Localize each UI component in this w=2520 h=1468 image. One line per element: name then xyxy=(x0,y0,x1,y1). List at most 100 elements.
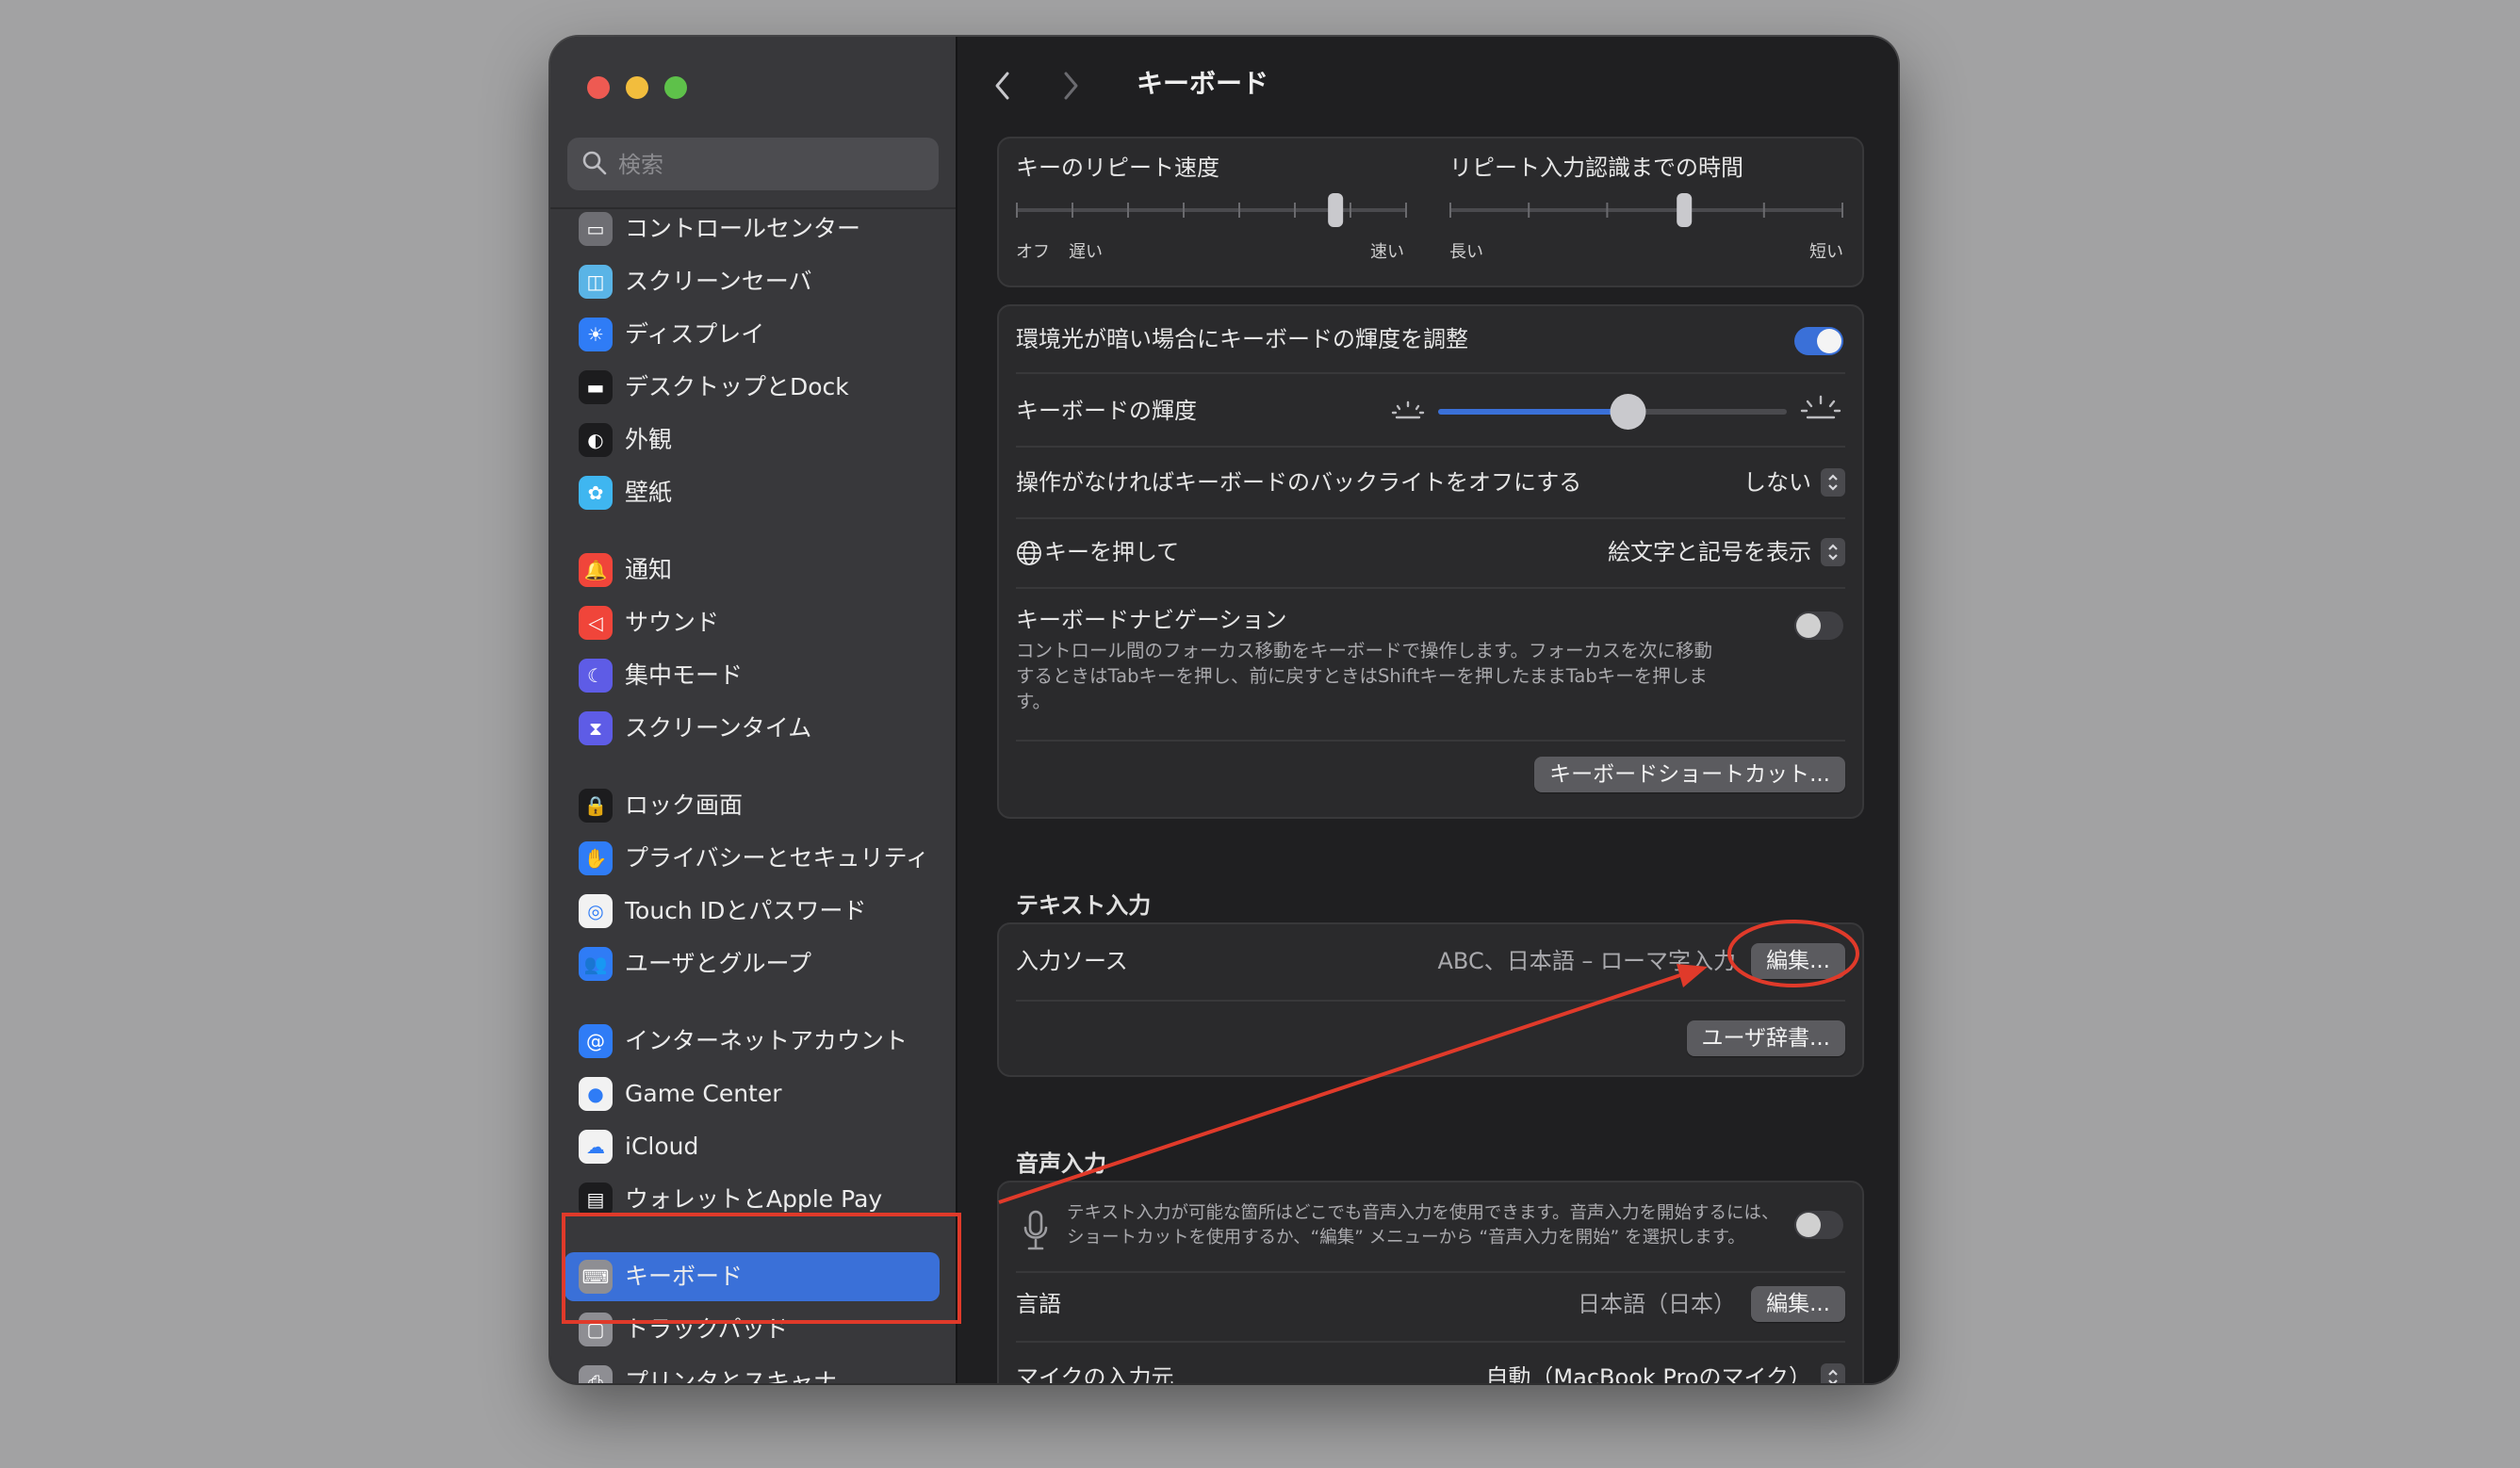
lock-icon: 🔒 xyxy=(579,789,613,823)
sidebar-item-label: ロック画面 xyxy=(625,791,744,819)
microphone-source-label: マイクの入力元 xyxy=(1016,1364,1174,1383)
sidebar-item-label: 外観 xyxy=(625,426,673,453)
repeat-delay-long: 長い xyxy=(1449,242,1483,262)
sidebar-item-wallpaper[interactable]: ✿ 壁紙 xyxy=(565,468,940,517)
search-field[interactable] xyxy=(567,138,939,190)
user-dictionary-button[interactable]: ユーザ辞書... xyxy=(1686,1020,1845,1056)
globe-key-label: キーを押して xyxy=(1044,539,1180,565)
sidebar-item-icloud[interactable]: ☁ iCloud xyxy=(565,1122,940,1171)
wallet-icon: ▤ xyxy=(579,1183,613,1216)
backlight-off-value: しない xyxy=(1743,469,1811,496)
globe-key-popup[interactable]: 絵文字と記号を表示 xyxy=(1608,538,1845,566)
repeat-rate-fast: 速い xyxy=(1370,242,1404,262)
brightness-high-icon xyxy=(1800,395,1841,419)
dictation-language-value: 日本語（日本） xyxy=(1578,1291,1736,1317)
sidebar-item-screen-time[interactable]: ⧗ スクリーンタイム xyxy=(565,704,940,753)
microphone-source-popup[interactable]: 自動（MacBook Proのマイク） xyxy=(1485,1363,1845,1383)
zoom-window-button[interactable] xyxy=(664,76,687,99)
dictation-language-label: 言語 xyxy=(1016,1291,1061,1317)
keyboard-navigation-label: キーボードナビゲーション xyxy=(1016,607,1287,633)
input-sources-value: ABC、日本語 – ローマ字入力 xyxy=(1437,948,1736,974)
slider-track xyxy=(1016,208,1407,212)
updown-chevron-icon xyxy=(1821,1363,1845,1383)
sidebar-item-focus[interactable]: ☾ 集中モード xyxy=(565,651,940,700)
repeat-rate-slider[interactable] xyxy=(1016,191,1407,229)
sidebar-item-label: コントロールセンター xyxy=(625,215,861,242)
sidebar-item-control-center[interactable]: ▭ コントロールセンター xyxy=(565,204,940,253)
dictation-heading: 音声入力 xyxy=(1016,1150,1106,1177)
game-center-icon: ● xyxy=(579,1077,613,1111)
repeat-rate-off: オフ xyxy=(1016,242,1050,262)
keyboard-shortcuts-button[interactable]: キーボードショートカット... xyxy=(1534,757,1845,792)
text-input-card: 入力ソース ABC、日本語 – ローマ字入力 編集... ユーザ辞書... xyxy=(997,922,1864,1077)
search-input[interactable] xyxy=(616,147,922,183)
close-window-button[interactable] xyxy=(587,76,610,99)
sidebar-item-label: ディスプレイ xyxy=(625,320,765,348)
repeat-rate-label: キーのリピート速度 xyxy=(1016,155,1219,181)
sidebar-item-game-center[interactable]: ● Game Center xyxy=(565,1069,940,1118)
backlight-off-popup[interactable]: しない xyxy=(1743,468,1845,497)
sidebar-item-label: スクリーンセーバ xyxy=(625,268,812,295)
focus-icon: ☾ xyxy=(579,659,613,693)
slider-knob xyxy=(1328,193,1344,227)
control-center-icon: ▭ xyxy=(579,212,613,246)
sound-icon: ◁ xyxy=(579,606,613,640)
sidebar-item-fingerprint[interactable]: ◎ Touch IDとパスワード xyxy=(565,887,940,936)
keyboard-navigation-description: コントロール間のフォーカス移動をキーボードで操作します。フォーカスを次に移動する… xyxy=(1016,640,1713,712)
updown-chevron-icon xyxy=(1821,468,1845,497)
notifications-icon: 🔔 xyxy=(579,553,613,587)
sidebar-item-users[interactable]: 👥 ユーザとグループ xyxy=(565,939,940,988)
hand-icon: ✋ xyxy=(579,841,613,875)
brightness-low-icon xyxy=(1391,400,1425,419)
keyboard-brightness-card: 環境光が暗い場合にキーボードの輝度を調整 キーボードの輝度 操作がなければキーボ… xyxy=(997,304,1864,819)
search-icon xyxy=(582,151,607,175)
sidebar-item-label: 壁紙 xyxy=(625,479,673,506)
sidebar-item-label: 通知 xyxy=(625,556,673,583)
key-repeat-card: キーのリピート速度 オフ 遅い 速い リピート入力認識までの時間 長い 短い xyxy=(997,137,1864,287)
sidebar-item-screen-saver[interactable]: ◫ スクリーンセーバ xyxy=(565,257,940,306)
input-sources-label: 入力ソース xyxy=(1016,948,1128,974)
keyboard-navigation-toggle[interactable] xyxy=(1794,612,1843,640)
icloud-icon: ☁ xyxy=(579,1130,613,1164)
screen-time-icon: ⧗ xyxy=(579,711,613,745)
sidebar-item-display[interactable]: ☀ ディスプレイ xyxy=(565,310,940,359)
sidebar-item-at[interactable]: @ インターネットアカウント xyxy=(565,1017,940,1066)
repeat-delay-label: リピート入力認識までの時間 xyxy=(1449,155,1743,181)
sidebar-item-label: 集中モード xyxy=(625,661,744,689)
sidebar-item-sound[interactable]: ◁ サウンド xyxy=(565,598,940,647)
edit-dictation-language-button[interactable]: 編集... xyxy=(1751,1286,1845,1322)
sidebar-item-appearance[interactable]: ◐ 外観 xyxy=(565,416,940,465)
edit-input-sources-button[interactable]: 編集... xyxy=(1751,943,1845,979)
sidebar-item-lock[interactable]: 🔒 ロック画面 xyxy=(565,781,940,830)
sidebar-item-notifications[interactable]: 🔔 通知 xyxy=(565,546,940,595)
sidebar-item-label: プリンタとスキャナ xyxy=(625,1368,838,1383)
main-pane: キーボード キーのリピート速度 オフ 遅い 速い リピート入力認識までの時間 長… xyxy=(957,37,1898,1383)
at-icon: @ xyxy=(579,1024,613,1058)
forward-icon[interactable] xyxy=(1059,69,1082,103)
auto-brightness-toggle[interactable] xyxy=(1794,327,1843,355)
minimize-window-button[interactable] xyxy=(626,76,648,99)
globe-icon xyxy=(1017,541,1041,565)
updown-chevron-icon xyxy=(1821,538,1845,566)
sidebar-item-dock[interactable]: ▬ デスクトップとDock xyxy=(565,363,940,412)
auto-brightness-label: 環境光が暗い場合にキーボードの輝度を調整 xyxy=(1016,326,1468,352)
sidebar-item-hand[interactable]: ✋ プライバシーとセキュリティ xyxy=(565,834,940,883)
sidebar-item-printer[interactable]: ⎙ プリンタとスキャナ xyxy=(565,1358,940,1383)
appearance-icon: ◐ xyxy=(579,423,613,457)
users-icon: 👥 xyxy=(579,947,613,981)
globe-key-value: 絵文字と記号を表示 xyxy=(1608,539,1811,565)
fingerprint-icon: ◎ xyxy=(579,894,613,928)
dictation-toggle[interactable] xyxy=(1794,1211,1843,1239)
brightness-slider[interactable] xyxy=(1438,391,1787,432)
annotation-highlight-box xyxy=(562,1213,961,1324)
repeat-delay-slider[interactable] xyxy=(1449,191,1843,229)
toggle-knob xyxy=(1796,613,1821,638)
sidebar-item-label: デスクトップとDock xyxy=(625,373,849,400)
slider-track xyxy=(1449,208,1843,212)
brightness-label: キーボードの輝度 xyxy=(1016,398,1197,424)
back-icon[interactable] xyxy=(991,69,1014,103)
sidebar-item-label: スクリーンタイム xyxy=(625,714,812,742)
sidebar-item-label: Touch IDとパスワード xyxy=(625,897,867,924)
microphone-icon xyxy=(1023,1210,1048,1250)
sidebar-item-label: サウンド xyxy=(625,609,720,636)
